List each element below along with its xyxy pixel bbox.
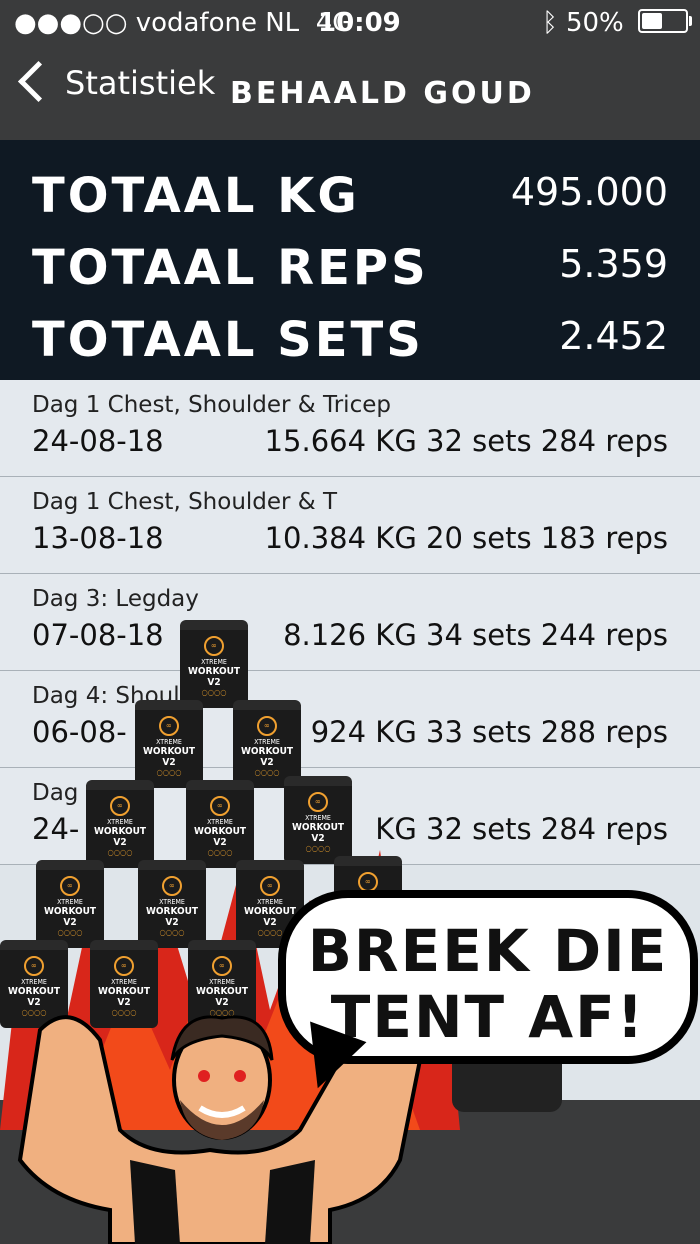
tub-text: XTREME — [305, 814, 331, 822]
total-sets-row: TOTAAL SETS 2.452 — [32, 312, 668, 382]
workout-name: Dag 1 Chest, Shoulder & T — [32, 489, 338, 515]
product-tub: ∞ XTREMEWORKOUT V2○○○○ — [135, 700, 203, 788]
status-bar: ●●●○○ vodafone NL 4G 10:09 ᛒ 50% — [0, 0, 700, 46]
tub-text: XTREME — [57, 898, 83, 906]
speech-line-2: TENT AF! — [330, 983, 646, 1051]
tub-text: WORKOUT V2 — [193, 826, 247, 848]
tub-text: WORKOUT V2 — [142, 746, 196, 768]
tub-text: XTREME — [107, 818, 133, 826]
battery-icon — [638, 9, 692, 33]
total-sets-label: TOTAAL SETS — [32, 312, 424, 368]
tub-text: XTREME — [257, 898, 283, 906]
tub-text: XTREME — [207, 818, 233, 826]
workout-stats: 10.384 KG 20 sets 183 reps — [264, 521, 668, 555]
brand-logo-icon: ∞ — [159, 716, 179, 736]
workout-date: 06-08- — [32, 715, 127, 749]
workout-name: Dag — [32, 780, 79, 806]
product-tub: ∞XTREMEWORKOUT V2○○○○ — [233, 700, 301, 788]
total-reps-value: 5.359 — [559, 242, 668, 286]
page-title: BEHAALD GOUD — [230, 76, 535, 111]
status-right: ᛒ 50% — [542, 8, 692, 38]
tub-text: WORKOUT V2 — [291, 822, 345, 844]
brand-logo-icon: ∞ — [162, 876, 182, 896]
list-item[interactable]: Dag 1 Chest, Shoulder & Tricep 24-08-18 … — [0, 380, 700, 477]
bluetooth-icon: ᛒ — [542, 8, 558, 38]
tub-text: WORKOUT V2 — [187, 666, 241, 688]
brand-logo-icon: ∞ — [257, 716, 277, 736]
workout-date: 24-08-18 — [32, 424, 164, 458]
tub-text: XTREME — [21, 978, 47, 986]
back-label: Statistiek — [65, 64, 216, 102]
total-kg-label: TOTAAL KG — [32, 168, 360, 224]
brand-logo-icon: ∞ — [210, 796, 230, 816]
brand-logo-icon: ∞ — [24, 956, 44, 976]
rings-icon: ○○○○ — [201, 688, 227, 697]
product-tub: ∞ XTREMEWORKOUT V2○○○○ — [138, 860, 206, 948]
rings-icon: ○○○○ — [57, 928, 83, 937]
total-kg-value: 495.000 — [510, 170, 668, 214]
tub-text: WORKOUT V2 — [43, 906, 97, 928]
product-tub: ∞ XTREMEWORKOUT V2○○○○ — [186, 780, 254, 868]
tub-text: XTREME — [156, 738, 182, 746]
list-item[interactable]: Dag 3: Legday 07-08-18 8.126 KG 34 sets … — [0, 574, 700, 671]
workout-stats: 924 KG 33 sets 288 reps — [310, 715, 668, 749]
brand-logo-icon: ∞ — [308, 792, 328, 812]
speech-bubble-text: BREEK DIE TENT AF! — [286, 918, 690, 1050]
speech-line-1: BREEK DIE — [307, 917, 669, 985]
brand-logo-icon: ∞ — [358, 872, 378, 892]
tub-text: WORKOUT V2 — [240, 746, 294, 768]
rings-icon: ○○○○ — [156, 768, 182, 777]
total-reps-label: TOTAAL REPS — [32, 240, 429, 296]
brand-logo-icon: ∞ — [204, 636, 224, 656]
tub-text: WORKOUT V2 — [145, 906, 199, 928]
status-left: ●●●○○ vodafone NL 4G — [14, 8, 352, 38]
signal-dots-icon: ●●●○○ — [14, 8, 128, 38]
workout-date: 13-08-18 — [32, 521, 164, 555]
rings-icon: ○○○○ — [305, 844, 331, 853]
rings-icon: ○○○○ — [159, 928, 185, 937]
total-sets-value: 2.452 — [559, 314, 668, 358]
clock: 10:09 — [318, 8, 401, 38]
total-reps-row: TOTAAL REPS 5.359 — [32, 240, 668, 310]
battery-percent: 50% — [565, 8, 624, 38]
product-tub: ∞ XTREMEWORKOUT V2○○○○ — [284, 776, 352, 864]
tub-text: WORKOUT V2 — [93, 826, 147, 848]
tub-text: XTREME — [201, 658, 227, 666]
brand-logo-icon: ∞ — [260, 876, 280, 896]
rings-icon: ○○○○ — [107, 848, 133, 857]
totals-panel: TOTAAL KG 495.000 TOTAAL REPS 5.359 TOTA… — [0, 140, 700, 380]
brand-logo-icon: ∞ — [110, 796, 130, 816]
tub-text: XTREME — [111, 978, 137, 986]
rings-icon: ○○○○ — [207, 848, 233, 857]
list-item[interactable]: Dag 1 Chest, Shoulder & T 13-08-18 10.38… — [0, 477, 700, 574]
carrier-label: vodafone NL — [135, 8, 300, 38]
workout-date: 07-08-18 — [32, 618, 164, 652]
product-tub: ∞ XTREMEWORKOUT V2○○○○ — [86, 780, 154, 868]
brand-logo-icon: ∞ — [212, 956, 232, 976]
workout-stats: 15.664 KG 32 sets 284 reps — [264, 424, 668, 458]
total-kg-row: TOTAAL KG 495.000 — [32, 168, 668, 238]
tub-text: XTREME — [159, 898, 185, 906]
product-tub: ∞ XTREMEWORKOUT V2○○○○ — [180, 620, 248, 708]
brand-logo-icon: ∞ — [114, 956, 134, 976]
brand-logo-icon: ∞ — [60, 876, 80, 896]
workout-stats: 8.126 KG 34 sets 244 reps — [283, 618, 668, 652]
nav-bar: Statistiek BEHAALD GOUD — [0, 46, 700, 140]
tub-text: XTREME — [209, 978, 235, 986]
list-item[interactable]: Dag 4: Shoul 06-08- 924 KG 33 sets 288 r… — [0, 671, 700, 768]
workout-name: Dag 1 Chest, Shoulder & Tricep — [32, 392, 391, 418]
back-button[interactable]: Statistiek — [14, 60, 216, 103]
workout-name: Dag 3: Legday — [32, 586, 199, 612]
tub-text: XTREME — [254, 738, 280, 746]
chevron-left-icon — [17, 60, 60, 103]
product-tub: ∞ XTREMEWORKOUT V2○○○○ — [36, 860, 104, 948]
